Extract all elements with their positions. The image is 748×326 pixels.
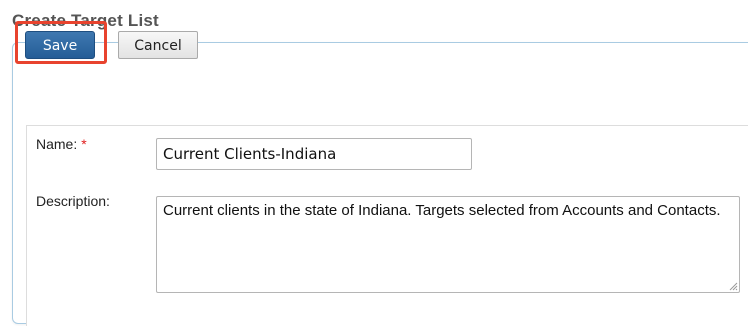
cancel-button[interactable]: Cancel xyxy=(118,31,198,59)
name-label-text: Name: xyxy=(36,136,78,152)
description-label: Description: xyxy=(36,193,110,209)
required-indicator: * xyxy=(81,136,87,152)
save-button[interactable]: Save xyxy=(25,31,95,59)
resize-grip-icon[interactable] xyxy=(728,281,738,291)
name-input[interactable] xyxy=(156,138,472,170)
description-textarea[interactable]: Current clients in the state of Indiana.… xyxy=(156,196,740,293)
name-label: Name: * xyxy=(36,136,87,152)
